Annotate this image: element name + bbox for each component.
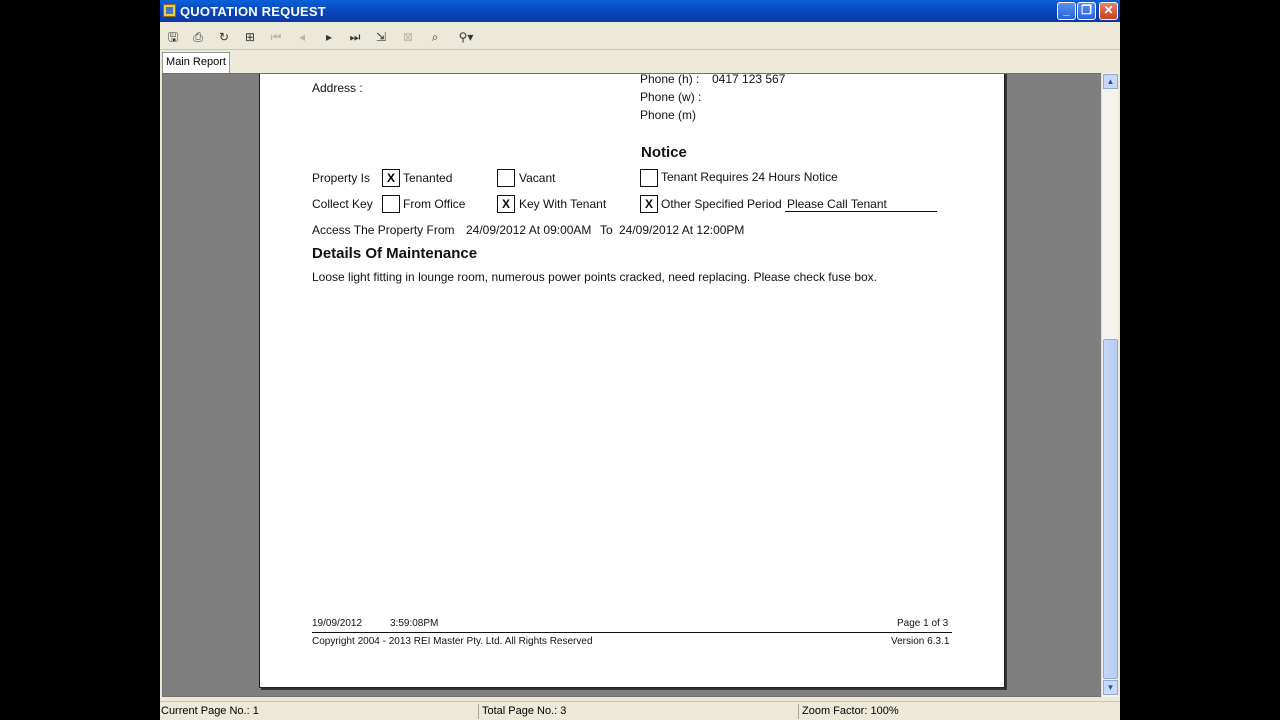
- access-to: 24/09/2012 At 12:00PM: [619, 223, 745, 237]
- footer-time: 3:59:08PM: [390, 618, 439, 629]
- next-page-icon[interactable]: ▸: [319, 27, 339, 47]
- scroll-thumb[interactable]: [1103, 339, 1118, 679]
- property-is-label: Property Is: [312, 171, 371, 185]
- phone-w-label: Phone (w) :: [640, 90, 702, 104]
- app-icon: [163, 4, 176, 17]
- status-bar: Current Page No.: 1 Total Page No.: 3 Zo…: [160, 701, 1120, 720]
- group-tree-icon[interactable]: ⊞: [240, 27, 260, 47]
- vertical-scrollbar[interactable]: ▲ ▼: [1101, 73, 1118, 697]
- previous-page-icon[interactable]: ◂: [292, 27, 312, 47]
- refresh-icon[interactable]: ↻: [214, 27, 234, 47]
- other-period-value: Please Call Tenant: [787, 197, 887, 211]
- last-page-icon[interactable]: ⏭: [345, 27, 365, 47]
- from-office-label: From Office: [403, 197, 466, 211]
- phone-h-value: 0417 123 567: [712, 73, 786, 86]
- other-period-checkbox: X: [640, 195, 658, 213]
- tenanted-checkbox: X: [382, 169, 400, 187]
- vacant-checkbox: [497, 169, 515, 187]
- tenanted-label: Tenanted: [403, 171, 453, 185]
- toolbar: 🖫 ⎙ ↻ ⊞ ⏮ ◂ ▸ ⏭ ⇲ ⊠ ⌕ ⚲▾: [160, 24, 1120, 50]
- tab-strip: Main Report: [160, 51, 1120, 73]
- zoom-icon[interactable]: ⚲▾: [452, 27, 480, 47]
- requires-notice-checkbox: [640, 169, 658, 187]
- report-page: Address : Phone (h) : 0417 123 567 Phone…: [259, 73, 1005, 688]
- report-viewer-window: QUOTATION REQUEST _ ❐ ✕ 🖫 ⎙ ↻ ⊞ ⏮ ◂ ▸ ⏭ …: [160, 0, 1120, 720]
- total-page-status: Total Page No.: 3: [482, 705, 567, 717]
- other-period-underline: [785, 211, 937, 212]
- notice-heading: Notice: [641, 144, 687, 161]
- phone-h-label: Phone (h) :: [640, 73, 700, 86]
- footer-date: 19/09/2012: [312, 618, 363, 629]
- first-page-icon[interactable]: ⏮: [266, 27, 286, 47]
- key-with-tenant-checkbox: X: [497, 195, 515, 213]
- details-heading: Details Of Maintenance: [312, 245, 478, 262]
- search-icon[interactable]: ⌕: [425, 27, 445, 47]
- vacant-label: Vacant: [519, 171, 556, 185]
- key-with-tenant-label: Key With Tenant: [519, 197, 607, 211]
- address-label: Address :: [312, 81, 363, 95]
- from-office-checkbox: [382, 195, 400, 213]
- close-button[interactable]: ✕: [1099, 2, 1118, 20]
- window-title: QUOTATION REQUEST: [180, 4, 326, 19]
- access-label: Access The Property From: [312, 223, 455, 237]
- print-icon[interactable]: ⎙: [188, 27, 208, 47]
- scroll-up-icon[interactable]: ▲: [1103, 74, 1118, 89]
- status-divider: [478, 704, 479, 719]
- footer-copyright: Copyright 2004 - 2013 REI Master Pty. Lt…: [312, 636, 593, 647]
- footer-version: Version 6.3.1: [891, 636, 950, 647]
- export-icon[interactable]: 🖫: [163, 27, 183, 47]
- zoom-status: Zoom Factor: 100%: [802, 705, 899, 717]
- phone-m-label: Phone (m): [640, 108, 697, 122]
- status-divider: [798, 704, 799, 719]
- access-from: 24/09/2012 At 09:00AM: [466, 223, 592, 237]
- footer-rule: [312, 632, 952, 633]
- details-text: Loose light fitting in lounge room, nume…: [312, 270, 877, 284]
- scroll-down-icon[interactable]: ▼: [1103, 680, 1118, 695]
- footer-page: Page 1 of 3: [897, 618, 949, 629]
- other-period-label: Other Specified Period: [661, 197, 782, 211]
- tab-main-report[interactable]: Main Report: [162, 52, 230, 73]
- current-page-status: Current Page No.: 1: [161, 705, 259, 717]
- maximize-button[interactable]: ❐: [1077, 2, 1096, 20]
- report-view-area[interactable]: Address : Phone (h) : 0417 123 567 Phone…: [162, 73, 1102, 697]
- access-to-label: To: [600, 223, 613, 237]
- collect-key-label: Collect Key: [312, 197, 373, 211]
- goto-page-icon[interactable]: ⇲: [371, 27, 391, 47]
- requires-notice-label: Tenant Requires 24 Hours Notice: [661, 170, 838, 184]
- title-bar[interactable]: QUOTATION REQUEST _ ❐ ✕: [160, 0, 1120, 22]
- stop-icon[interactable]: ⊠: [398, 27, 418, 47]
- minimize-button[interactable]: _: [1057, 2, 1076, 20]
